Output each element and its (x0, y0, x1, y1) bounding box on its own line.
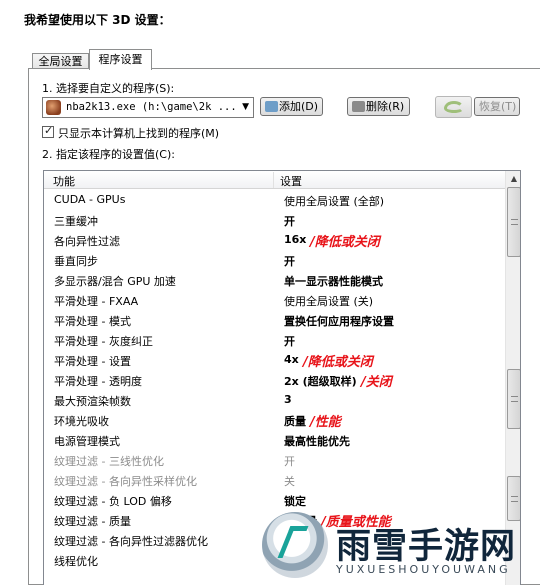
setting-value[interactable]: 开 (284, 213, 295, 229)
delete-program-button[interactable]: 删除(R) (347, 97, 410, 116)
watermark-subtitle: YUXUESHOUYOUWANG (336, 563, 511, 576)
watermark-title: 雨雪手游网 (336, 527, 517, 567)
setting-value[interactable]: 关 (284, 473, 295, 489)
table-row[interactable]: 纹理过滤 - 负 LOD 偏移 锁定 (44, 490, 505, 510)
step2-label: 2. 指定该程序的设置值(C): (42, 148, 175, 161)
setting-value[interactable]: 单一显示器性能模式 (284, 273, 383, 289)
table-row[interactable]: 平滑处理 - 模式 置换任何应用程序设置 (44, 310, 505, 330)
setting-feature: 平滑处理 - FXAA (54, 295, 139, 308)
table-row[interactable]: 各向异性过滤 16x/降低或关闭 (44, 230, 505, 250)
table-row[interactable]: 平滑处理 - FXAA 使用全局设置 (关) (44, 290, 505, 310)
show-only-found-label[interactable]: 只显示本计算机上找到的程序(M) (58, 125, 219, 141)
delete-button-label: 删除(R) (366, 100, 405, 113)
setting-value[interactable]: 3 (284, 393, 292, 406)
scroll-thumb-lower[interactable] (507, 369, 520, 429)
table-row[interactable]: 最大预渲染帧数 3 (44, 390, 505, 410)
chevron-down-icon[interactable]: ▼ (242, 102, 249, 112)
table-row[interactable]: 多显示器/混合 GPU 加速 单一显示器性能模式 (44, 270, 505, 290)
list-header: 功能 设置 (44, 171, 505, 189)
table-row[interactable]: CUDA - GPUs 使用全局设置 (全部) (44, 190, 505, 210)
nvidia-logo (435, 96, 472, 118)
setting-feature: 纹理过滤 - 三线性优化 (54, 455, 164, 468)
setting-value[interactable]: 2x (超级取样) (284, 373, 357, 389)
step1-label: 1. 选择要自定义的程序(S): (42, 82, 175, 95)
setting-value[interactable]: 置换任何应用程序设置 (284, 313, 394, 329)
watermark: 雨雪手游网 YUXUESHOUYOUWANG (262, 512, 542, 585)
setting-feature: 纹理过滤 - 各向异性过滤器优化 (54, 535, 208, 548)
setting-value[interactable]: 使用全局设置 (全部) (284, 193, 384, 209)
setting-value[interactable]: 使用全局设置 (关) (284, 293, 373, 309)
game-icon (46, 100, 61, 115)
setting-value[interactable]: 开 (284, 253, 295, 269)
table-row[interactable]: 环境光吸收 质量/性能 (44, 410, 505, 430)
column-header-setting[interactable]: 设置 (280, 173, 302, 189)
table-row[interactable]: 纹理过滤 - 三线性优化 开 (44, 450, 505, 470)
setting-value[interactable]: 最高性能优先 (284, 433, 350, 449)
setting-feature: 多显示器/混合 GPU 加速 (54, 275, 176, 288)
restore-button-label: 恢复(T) (479, 100, 517, 113)
scroll-up-arrow-icon[interactable]: ▲ (507, 172, 520, 186)
tab-program-settings[interactable]: 程序设置 (89, 49, 152, 70)
setting-feature: 平滑处理 - 透明度 (54, 375, 142, 388)
table-row[interactable]: 平滑处理 - 透明度 2x (超级取样) /关闭 (44, 370, 505, 390)
setting-feature: 三重缓冲 (54, 215, 98, 228)
annotation-note: /降低或关闭 (310, 235, 380, 250)
add-program-button[interactable]: 添加(D) (260, 97, 323, 116)
setting-value[interactable]: 质量 (284, 413, 306, 429)
setting-value[interactable]: 16x (284, 233, 306, 246)
setting-feature: 纹理过滤 - 负 LOD 偏移 (54, 495, 172, 508)
setting-feature: 环境光吸收 (54, 415, 109, 428)
setting-feature: 平滑处理 - 灰度纠正 (54, 335, 153, 348)
column-divider[interactable] (273, 172, 274, 188)
table-row[interactable]: 三重缓冲 开 (44, 210, 505, 230)
add-button-label: 添加(D) (279, 100, 319, 113)
nvidia-3d-settings-window: 我希望使用以下 3D 设置： 全局设置 程序设置 1. 选择要自定义的程序(S)… (0, 0, 542, 585)
setting-feature: 平滑处理 - 设置 (54, 355, 131, 368)
checkmark-icon: ✓ (44, 124, 54, 137)
setting-value[interactable]: 开 (284, 333, 295, 349)
column-header-feature[interactable]: 功能 (53, 173, 75, 189)
setting-feature: 平滑处理 - 模式 (54, 315, 131, 328)
setting-feature: 最大预渲染帧数 (54, 395, 131, 408)
annotation-note: /降低或关闭 (303, 355, 373, 370)
program-select[interactable]: nba2k13.exe (h:\game\2k ... ▼ (42, 97, 254, 118)
setting-value[interactable]: 开 (284, 453, 295, 469)
table-row[interactable]: 垂直同步 开 (44, 250, 505, 270)
restore-button[interactable]: 恢复(T) (474, 97, 520, 116)
show-only-found-checkbox[interactable]: ✓ (42, 124, 54, 138)
setting-feature: 纹理过滤 - 质量 (54, 515, 131, 528)
nvidia-eye-icon (444, 101, 464, 113)
setting-feature: 纹理过滤 - 各向异性采样优化 (54, 475, 197, 488)
table-row[interactable]: 电源管理模式 最高性能优先 (44, 430, 505, 450)
setting-feature: 电源管理模式 (54, 435, 120, 448)
program-select-value: nba2k13.exe (h:\game\2k ... (66, 101, 237, 113)
table-row[interactable]: 纹理过滤 - 各向异性采样优化 关 (44, 470, 505, 490)
add-icon (265, 101, 278, 112)
setting-feature: 各向异性过滤 (54, 235, 120, 248)
setting-value[interactable]: 4x (284, 353, 299, 366)
setting-feature: CUDA - GPUs (54, 193, 126, 206)
table-row[interactable]: 平滑处理 - 设置 4x/降低或关闭 (44, 350, 505, 370)
scroll-thumb[interactable] (507, 187, 520, 257)
watermark-logo-icon (262, 512, 328, 578)
setting-value[interactable]: 锁定 (284, 493, 306, 509)
table-row[interactable]: 平滑处理 - 灰度纠正 开 (44, 330, 505, 350)
setting-feature: 垂直同步 (54, 255, 98, 268)
page-title: 我希望使用以下 3D 设置： (24, 13, 171, 27)
delete-icon (352, 101, 365, 112)
annotation-note: /关闭 (361, 375, 392, 390)
setting-feature: 线程优化 (54, 555, 98, 568)
annotation-note: /性能 (310, 415, 341, 430)
